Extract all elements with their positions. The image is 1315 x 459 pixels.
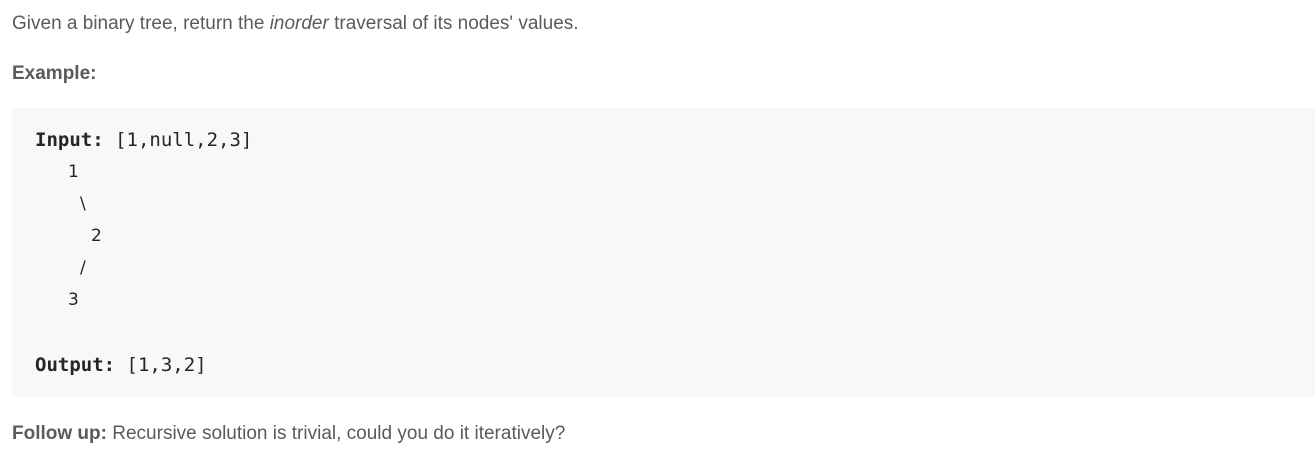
tree-node-3: 3: [68, 290, 79, 310]
follow-up-text: Recursive solution is trivial, could you…: [106, 423, 566, 444]
tree-node-2: 2: [91, 226, 102, 246]
output-label: Output:: [35, 354, 116, 376]
example-code-block: Input: [1,null,2,3] 1 \ 2 / 3 Output: [1…: [12, 108, 1315, 397]
description-emphasis: inorder: [269, 13, 329, 34]
input-value: [1,null,2,3]: [103, 129, 253, 151]
follow-up-label: Follow up:: [12, 423, 107, 444]
output-line: Output: [1,3,2]: [35, 353, 207, 377]
follow-up: Follow up: Recursive solution is trivial…: [12, 422, 565, 446]
tree-edge-right: \: [80, 194, 86, 214]
input-label: Input:: [35, 129, 104, 151]
example-heading: Example:: [12, 63, 97, 84]
problem-description: Given a binary tree, return the inorder …: [12, 12, 579, 36]
tree-node-1: 1: [68, 162, 79, 182]
input-line: Input: [1,null,2,3]: [35, 128, 252, 152]
description-text-start: Given a binary tree, return the: [12, 13, 270, 34]
tree-edge-left: /: [80, 258, 86, 278]
output-value: [1,3,2]: [115, 354, 207, 376]
description-text-end: traversal of its nodes' values.: [328, 13, 579, 34]
